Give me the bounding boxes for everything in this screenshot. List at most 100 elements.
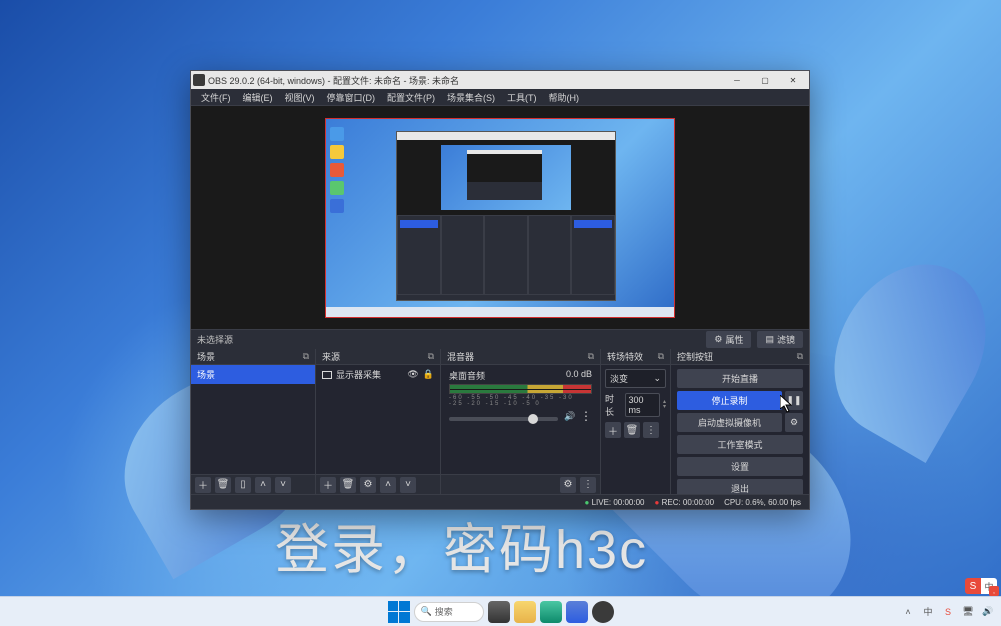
transition-menu-button[interactable]: ⋮ [643, 422, 659, 438]
tray-ime-icon[interactable]: 中 [921, 605, 935, 619]
duration-input[interactable]: 300 ms [625, 393, 660, 417]
channel-menu-button[interactable]: ⋮ [580, 413, 592, 419]
settings-button[interactable]: 设置 [677, 457, 803, 476]
system-tray[interactable]: ˄ 中 S 🖥 🔊 [901, 605, 995, 619]
explorer-button[interactable] [514, 601, 536, 623]
window-title: OBS 29.0.2 (64-bit, windows) - 配置文件: 未命名… [208, 74, 723, 87]
volume-slider[interactable] [449, 417, 558, 421]
overlay-subtitle: 登录，密码h3c [275, 505, 648, 584]
remove-scene-button[interactable]: 🗑 [215, 477, 231, 493]
close-button[interactable]: ✕ [779, 72, 807, 88]
menu-profile[interactable]: 配置文件(P) [381, 91, 441, 104]
app-icon [193, 74, 205, 86]
pause-recording-button[interactable]: ❚❚ [785, 391, 803, 410]
source-toolbar: 未选择源 ⚙属性 ▤滤镜 [191, 329, 809, 349]
obs-taskbar-button[interactable] [592, 601, 614, 623]
properties-button[interactable]: ⚙属性 [706, 331, 751, 348]
popout-icon[interactable]: ⧉ [303, 351, 309, 362]
store-button[interactable] [566, 601, 588, 623]
duration-spinner[interactable]: ▴▾ [663, 400, 666, 410]
menu-edit[interactable]: 编辑(E) [237, 91, 279, 104]
channel-level: 0.0 dB [566, 369, 592, 382]
nested-taskbar [326, 307, 674, 317]
add-transition-button[interactable]: ＋ [605, 422, 621, 438]
ime-indicator[interactable]: S 中 , [965, 578, 997, 594]
visibility-icon[interactable]: 👁 [407, 369, 418, 380]
popout-icon[interactable]: ⧉ [428, 351, 434, 362]
virtual-cam-settings-button[interactable]: ⚙ [785, 413, 803, 432]
add-scene-button[interactable]: ＋ [195, 477, 211, 493]
display-capture-icon [322, 371, 332, 379]
popout-icon[interactable]: ⧉ [588, 351, 594, 362]
remove-transition-button[interactable]: 🗑 [624, 422, 640, 438]
move-up-button[interactable]: ˄ [255, 477, 271, 493]
controls-dock: 控制按钮⧉ 开始直播 停止录制 ❚❚ 启动虚拟摄像机 ⚙ 工作室模式 设置 退出 [671, 349, 809, 494]
cpu-status: CPU: 0.6%, 60.00 fps [724, 498, 801, 507]
menu-scene-collection[interactable]: 场景集合(S) [441, 91, 501, 104]
speaker-icon[interactable]: 🔊 [564, 411, 574, 421]
taskbar-search[interactable]: 🔍搜索 [414, 602, 484, 622]
no-source-label: 未选择源 [197, 333, 233, 346]
move-source-up-button[interactable]: ˄ [380, 477, 396, 493]
scene-item[interactable]: 场景 [191, 365, 315, 384]
sources-title: 来源 [322, 350, 428, 363]
edge-button[interactable] [540, 601, 562, 623]
nested-desktop-icons [330, 127, 346, 213]
lock-icon[interactable]: 🔒 [423, 369, 434, 380]
popout-icon[interactable]: ⧉ [797, 351, 803, 362]
ime-sogou-icon: S [965, 578, 981, 594]
menu-file[interactable]: 文件(F) [195, 91, 237, 104]
menu-dock[interactable]: 停靠窗口(D) [321, 91, 382, 104]
chevron-down-icon: ⌄ [653, 373, 661, 384]
titlebar[interactable]: OBS 29.0.2 (64-bit, windows) - 配置文件: 未命名… [191, 71, 809, 89]
source-item[interactable]: 显示器采集 👁🔒 [316, 365, 440, 384]
studio-mode-button[interactable]: 工作室模式 [677, 435, 803, 454]
start-streaming-button[interactable]: 开始直播 [677, 369, 803, 388]
taskbar[interactable]: 🔍搜索 ˄ 中 S 🖥 🔊 [0, 596, 1001, 626]
menu-view[interactable]: 视图(V) [279, 91, 321, 104]
task-view-button[interactable] [488, 601, 510, 623]
ime-badge-icon: , [989, 586, 999, 596]
duration-label: 时长 [605, 392, 622, 418]
scene-filter-button[interactable]: ▯ [235, 477, 251, 493]
popout-icon[interactable]: ⧉ [658, 351, 664, 362]
scenes-title: 场景 [197, 350, 303, 363]
start-button[interactable] [388, 601, 410, 623]
source-properties-button[interactable]: ⚙ [360, 477, 376, 493]
docks-row: 场景⧉ 场景 ＋ 🗑 ▯ ˄ ˅ 来源⧉ 显示器采集 👁🔒 [191, 349, 809, 494]
preview-area[interactable] [191, 106, 809, 329]
exit-button[interactable]: 退出 [677, 479, 803, 494]
add-source-button[interactable]: ＋ [320, 477, 336, 493]
tray-sogou-icon[interactable]: S [941, 605, 955, 619]
mixer-menu-button[interactable]: ⋮ [580, 477, 596, 493]
tray-network-icon[interactable]: 🖥 [961, 605, 975, 619]
menu-tools[interactable]: 工具(T) [501, 91, 543, 104]
move-source-down-button[interactable]: ˅ [400, 477, 416, 493]
transition-select[interactable]: 淡变⌄ [605, 369, 666, 388]
maximize-button[interactable]: ▢ [751, 72, 779, 88]
minimize-button[interactable]: ─ [723, 72, 751, 88]
remove-source-button[interactable]: 🗑 [340, 477, 356, 493]
statusbar: LIVE: 00:00:00 REC: 00:00:00 CPU: 0.6%, … [191, 494, 809, 509]
audio-meter [449, 384, 592, 394]
sources-dock: 来源⧉ 显示器采集 👁🔒 ＋ 🗑 ⚙ ˄ ˅ [316, 349, 441, 494]
move-down-button[interactable]: ˅ [275, 477, 291, 493]
filters-button[interactable]: ▤滤镜 [757, 331, 803, 348]
channel-name: 桌面音频 [449, 369, 485, 382]
stop-recording-button[interactable]: 停止录制 [677, 391, 782, 410]
controls-title: 控制按钮 [677, 350, 797, 363]
tray-chevron-icon[interactable]: ˄ [901, 605, 915, 619]
search-icon: 🔍 [421, 606, 432, 617]
transitions-title: 转场特效 [607, 350, 658, 363]
mixer-settings-button[interactable]: ⚙ [560, 477, 576, 493]
meter-scale: -60 -55 -50 -45 -40 -35 -30 -25 -20 -15 … [449, 395, 592, 407]
mixer-channel: 桌面音频 0.0 dB -60 -55 -50 -45 -40 -35 -30 -… [441, 365, 600, 425]
menu-help[interactable]: 帮助(H) [543, 91, 586, 104]
scenes-dock: 场景⧉ 场景 ＋ 🗑 ▯ ˄ ˅ [191, 349, 316, 494]
preview-canvas[interactable] [325, 118, 675, 318]
transitions-dock: 转场特效⧉ 淡变⌄ 时长 300 ms ▴▾ ＋ 🗑 ⋮ [601, 349, 671, 494]
nested-obs-window [396, 131, 616, 301]
live-status: LIVE: 00:00:00 [584, 498, 644, 507]
tray-volume-icon[interactable]: 🔊 [981, 605, 995, 619]
virtual-cam-button[interactable]: 启动虚拟摄像机 [677, 413, 782, 432]
